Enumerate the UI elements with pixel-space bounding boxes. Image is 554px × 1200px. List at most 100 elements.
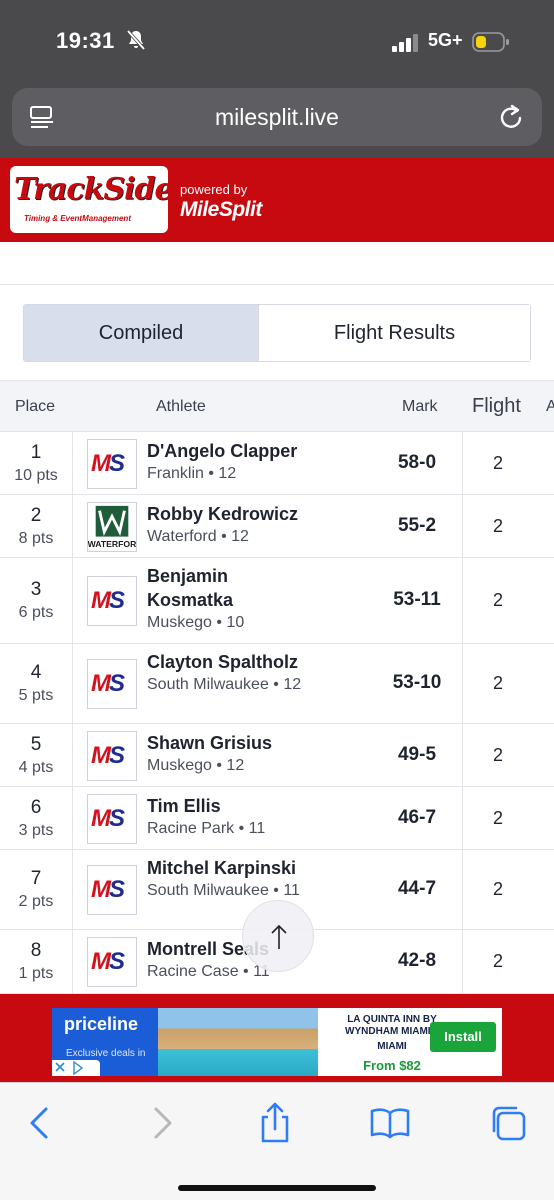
milesplit-brand[interactable]: MileSplit bbox=[180, 198, 262, 222]
place-number: 4 bbox=[30, 662, 42, 683]
tabs-overview-icon[interactable] bbox=[486, 1101, 530, 1145]
scroll-to-top-button[interactable] bbox=[242, 900, 314, 972]
milesplit-logo-icon: MS bbox=[91, 587, 125, 614]
athlete-school[interactable]: Franklin • 12 bbox=[147, 463, 317, 485]
mark-value: 46-7 bbox=[397, 807, 437, 828]
athlete-school[interactable]: South Milwaukee • 11 bbox=[147, 880, 317, 902]
trackside-logo[interactable]: TrackSide Timing & EventManagement bbox=[10, 166, 168, 233]
column-header-mark[interactable]: Mark bbox=[402, 398, 438, 416]
team-logo[interactable]: MS bbox=[87, 865, 137, 915]
waterford-logo-icon: WATERFOR bbox=[88, 505, 137, 549]
athlete-school[interactable]: Racine Park • 11 bbox=[147, 818, 317, 840]
home-indicator bbox=[178, 1185, 376, 1191]
column-divider bbox=[72, 930, 73, 993]
athlete-name[interactable]: Tim Ellis bbox=[147, 794, 317, 818]
milesplit-logo-icon: MS bbox=[91, 742, 125, 769]
place-number: 3 bbox=[30, 579, 42, 600]
team-logo[interactable]: MS bbox=[87, 731, 137, 781]
milesplit-logo-icon: MS bbox=[91, 450, 125, 477]
address-bar[interactable]: milesplit.live bbox=[12, 88, 542, 146]
place-number: 6 bbox=[30, 797, 42, 818]
network-type: 5G+ bbox=[428, 30, 463, 50]
table-row[interactable]: 1 10 pts MS D'Angelo Clapper Franklin • 12 58… bbox=[0, 432, 554, 495]
share-icon[interactable] bbox=[253, 1101, 297, 1145]
results-table-header: Place Athlete Mark Flight A bbox=[0, 380, 554, 432]
column-divider bbox=[72, 432, 73, 494]
back-arrow-icon[interactable] bbox=[18, 1101, 62, 1145]
advertisement[interactable]: priceline Exclusive deals in the app LA … bbox=[52, 1008, 502, 1076]
battery-icon bbox=[472, 32, 509, 52]
column-divider bbox=[72, 644, 73, 723]
url-text[interactable]: milesplit.live bbox=[12, 104, 542, 131]
place-cell: 2 8 pts bbox=[0, 505, 72, 548]
ad-install-button[interactable]: Install bbox=[430, 1022, 496, 1052]
column-divider bbox=[72, 558, 73, 643]
table-row[interactable]: 2 8 pts WATERFOR Robby Kedrowicz Waterford •… bbox=[0, 495, 554, 558]
place-number: 1 bbox=[30, 442, 42, 463]
place-points: 4 pts bbox=[18, 759, 54, 776]
status-bar: 19:31 5G+ bbox=[0, 0, 554, 86]
athlete-name[interactable]: Clayton Spaltholz bbox=[147, 650, 317, 674]
place-number: 2 bbox=[30, 505, 42, 526]
team-logo[interactable]: MS bbox=[87, 794, 137, 844]
flight-value: 2 bbox=[492, 453, 503, 473]
athlete-name[interactable]: Shawn Grisius bbox=[147, 731, 317, 755]
place-points: 10 pts bbox=[14, 467, 58, 484]
results-view-tabs: Compiled Flight Results bbox=[23, 304, 531, 362]
team-logo[interactable]: MS bbox=[87, 576, 137, 626]
site-header: TrackSide Timing & EventManagement power… bbox=[0, 158, 554, 242]
athlete-cell: Tim Ellis Racine Park • 11 bbox=[147, 794, 317, 840]
divider bbox=[0, 284, 554, 285]
place-points: 1 pts bbox=[18, 965, 54, 982]
cellular-signal-icon bbox=[392, 34, 418, 52]
athlete-name[interactable]: D'Angelo Clapper bbox=[147, 439, 317, 463]
tab-compiled[interactable]: Compiled bbox=[24, 305, 259, 361]
milesplit-logo-icon: MS bbox=[91, 805, 125, 832]
flight-value: 2 bbox=[492, 745, 503, 765]
place-points: 8 pts bbox=[18, 530, 54, 547]
hotel-photo bbox=[158, 1008, 318, 1076]
team-logo[interactable]: WATERFOR bbox=[87, 502, 137, 552]
flight-value: 2 bbox=[492, 951, 503, 971]
bell-slash-icon bbox=[126, 29, 146, 51]
mark-value: 42-8 bbox=[397, 950, 437, 971]
column-divider bbox=[72, 850, 73, 929]
reload-icon[interactable] bbox=[498, 102, 526, 132]
table-row[interactable]: 4 5 pts MS Clayton Spaltholz South Milwaukee… bbox=[0, 644, 554, 724]
place-number: 7 bbox=[30, 868, 42, 889]
column-header-place[interactable]: Place bbox=[15, 398, 55, 416]
place-cell: 5 4 pts bbox=[0, 734, 72, 777]
athlete-cell: Robby Kedrowicz Waterford • 12 bbox=[147, 502, 317, 548]
table-row[interactable]: 5 4 pts MS Shawn Grisius Muskego • 12 49-5 2 bbox=[0, 724, 554, 787]
table-row[interactable]: 6 3 pts MS Tim Ellis Racine Park • 11 46-7 2 bbox=[0, 787, 554, 850]
tab-flight-results[interactable]: Flight Results bbox=[259, 305, 530, 361]
forward-arrow-icon[interactable] bbox=[140, 1101, 184, 1145]
team-logo[interactable]: MS bbox=[87, 439, 137, 489]
place-number: 8 bbox=[30, 940, 42, 961]
athlete-name[interactable]: Benjamin Kosmatka bbox=[147, 564, 317, 612]
athlete-school[interactable]: Waterford • 12 bbox=[147, 526, 317, 548]
place-points: 5 pts bbox=[18, 687, 54, 704]
flight-value: 2 bbox=[492, 590, 503, 610]
athlete-name[interactable]: Robby Kedrowicz bbox=[147, 502, 317, 526]
bookmarks-icon[interactable] bbox=[368, 1101, 412, 1145]
column-header-extra[interactable]: A bbox=[546, 398, 554, 416]
team-logo[interactable]: MS bbox=[87, 937, 137, 987]
athlete-cell: Benjamin Kosmatka Muskego • 10 bbox=[147, 564, 317, 634]
place-points: 3 pts bbox=[18, 822, 54, 839]
athlete-school[interactable]: Muskego • 10 bbox=[147, 612, 317, 634]
column-header-athlete[interactable]: Athlete bbox=[156, 398, 206, 416]
ad-choices-icon[interactable] bbox=[52, 1060, 100, 1076]
flight-value: 2 bbox=[492, 808, 503, 828]
athlete-school[interactable]: Muskego • 12 bbox=[147, 755, 317, 777]
athlete-name[interactable]: Mitchel Karpinski bbox=[147, 856, 317, 880]
place-points: 6 pts bbox=[18, 604, 54, 621]
column-header-flight[interactable]: Flight bbox=[472, 395, 521, 418]
milesplit-logo-icon: MS bbox=[91, 948, 125, 975]
place-cell: 3 6 pts bbox=[0, 579, 72, 622]
mark-value: 44-7 bbox=[397, 878, 437, 899]
column-divider bbox=[72, 787, 73, 849]
athlete-school[interactable]: South Milwaukee • 12 bbox=[147, 674, 317, 696]
table-row[interactable]: 3 6 pts MS Benjamin Kosmatka Muskego • 10 53-… bbox=[0, 558, 554, 644]
team-logo[interactable]: MS bbox=[87, 659, 137, 709]
